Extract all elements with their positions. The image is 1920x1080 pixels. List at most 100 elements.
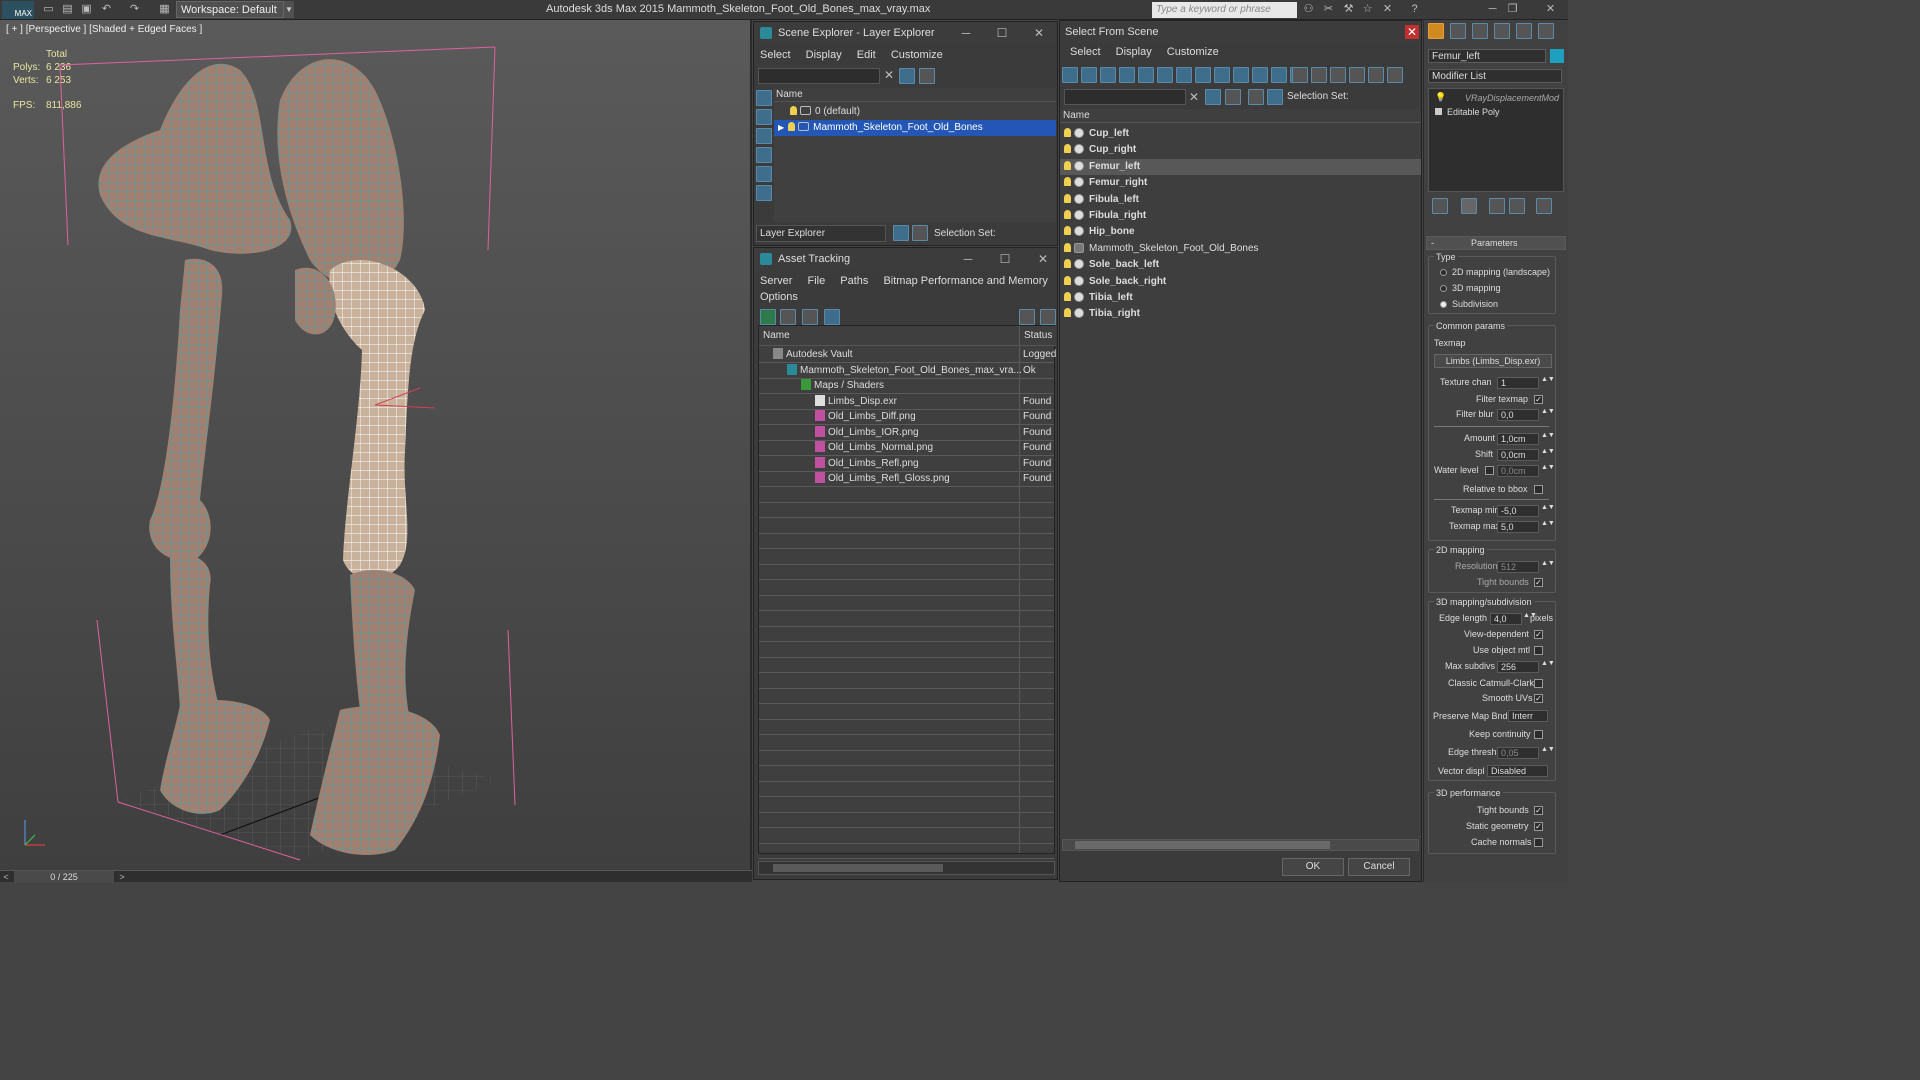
filter-texmap-checkbox[interactable]: ✓	[1534, 395, 1543, 404]
menu-customize[interactable]: Customize	[885, 46, 949, 64]
save-file-icon[interactable]: ▣	[80, 3, 93, 16]
spinner-icon[interactable]: ▲▼	[1541, 408, 1555, 415]
menu-display[interactable]: Display	[1110, 43, 1158, 61]
configure-sets-icon[interactable]	[1536, 198, 1552, 214]
settings-icon[interactable]	[1040, 309, 1056, 325]
light-bulb-icon[interactable]	[1064, 259, 1071, 269]
maximize-icon[interactable]: ☐	[998, 252, 1012, 266]
collapse-icon[interactable]: -	[1431, 238, 1434, 248]
hierarchy-view-icon[interactable]	[1368, 67, 1384, 83]
workspace-dropdown[interactable]: Workspace: Default	[176, 1, 284, 18]
sfs-search-input[interactable]	[1064, 89, 1186, 105]
filter-blur-input[interactable]: 0,0	[1497, 409, 1539, 421]
object-name-field[interactable]: Femur_left	[1428, 49, 1546, 63]
max-subdivs-input[interactable]: 256	[1497, 661, 1539, 673]
asset-row[interactable]: Old_Limbs_IOR.png Found	[759, 425, 1054, 440]
menu-select[interactable]: Select	[754, 46, 797, 64]
scene-explorer-titlebar[interactable]: Scene Explorer - Layer Explorer	[754, 22, 1057, 44]
star-icon[interactable]: ☆	[1361, 3, 1374, 16]
ok-button[interactable]: OK	[1282, 858, 1344, 876]
remove-modifier-icon[interactable]	[1509, 198, 1525, 214]
utilities-tab-icon[interactable]	[1538, 23, 1554, 39]
app-logo[interactable]: MAX	[2, 1, 34, 19]
grid-view-icon[interactable]	[824, 309, 840, 325]
light-bulb-icon[interactable]	[1064, 308, 1071, 318]
expand-icon[interactable]	[1435, 108, 1442, 115]
view-dependent-checkbox[interactable]: ✓	[1534, 630, 1543, 639]
display-tab-icon[interactable]	[1516, 23, 1532, 39]
undo-icon[interactable]: ↶	[100, 3, 113, 16]
spinner-icon[interactable]: ▲▼	[1541, 660, 1555, 667]
amount-input[interactable]: 1,0cm	[1497, 433, 1539, 445]
object-row[interactable]: Femur_left	[1060, 158, 1421, 175]
time-slider[interactable]: 0 / 225	[14, 871, 114, 883]
display-helpers-icon[interactable]	[756, 166, 772, 182]
minimize-icon[interactable]: ─	[1486, 3, 1499, 16]
tight-bounds2-checkbox[interactable]: ✓	[1534, 806, 1543, 815]
preserve-map-bnd-dropdown[interactable]: Interr	[1508, 710, 1548, 722]
object-row[interactable]: Tibia_right	[1060, 306, 1421, 322]
object-row[interactable]: Mammoth_Skeleton_Foot_Old_Bones	[1060, 241, 1421, 257]
clear-search-icon[interactable]: ✕	[1187, 90, 1201, 104]
scrollbar-thumb[interactable]	[773, 864, 943, 872]
help-icon[interactable]: ?	[1408, 3, 1421, 16]
horizontal-scrollbar[interactable]	[1062, 839, 1419, 851]
shift-input[interactable]: 0,0cm	[1497, 449, 1539, 461]
hierarchy-tab-icon[interactable]	[1472, 23, 1488, 39]
filter-icon[interactable]	[899, 68, 915, 84]
spinner-icon[interactable]: ▲▼	[1541, 504, 1555, 511]
display-shapes-icon[interactable]	[1081, 67, 1097, 83]
subscription-icon[interactable]: ⚒	[1342, 3, 1355, 16]
object-row[interactable]: Sole_back_left	[1060, 257, 1421, 273]
asset-row[interactable]: Old_Limbs_Refl_Gloss.png Found	[759, 471, 1054, 486]
close-icon[interactable]: ✕	[1405, 25, 1419, 39]
object-row[interactable]: Tibia_left	[1060, 290, 1421, 306]
display-frozen-icon[interactable]	[1252, 67, 1268, 83]
edge-thresh-input[interactable]: 0,05	[1497, 747, 1539, 759]
classic-catmull-clark-checkbox[interactable]	[1534, 679, 1543, 688]
spinner-icon[interactable]: ▲▼	[1541, 560, 1555, 567]
clear-search-icon[interactable]: ✕	[882, 68, 896, 82]
tools-icon[interactable]: ✂	[1322, 3, 1335, 16]
display-containers-icon[interactable]	[1233, 67, 1249, 83]
display-groups-icon[interactable]	[1176, 67, 1192, 83]
next-frame-button[interactable]: >	[116, 871, 128, 883]
asset-column-name[interactable]: Name	[759, 326, 1019, 346]
light-bulb-icon[interactable]	[1064, 242, 1071, 252]
filter-icon[interactable]	[1205, 89, 1221, 105]
hierarchy-icon[interactable]	[912, 225, 928, 241]
layer-view-icon[interactable]	[1248, 89, 1264, 105]
radio-subdivision[interactable]	[1440, 301, 1447, 308]
asset-row[interactable]: Maps / Shaders	[759, 378, 1054, 393]
modifier-list-dropdown[interactable]: Modifier List	[1428, 69, 1562, 83]
expand-arrow-icon[interactable]: ▶	[778, 123, 784, 132]
object-row[interactable]: Cup_left	[1060, 126, 1421, 142]
display-spacewarps-icon[interactable]	[1157, 67, 1173, 83]
scene-search-input[interactable]	[758, 68, 880, 84]
object-row[interactable]: Hip_bone	[1060, 224, 1421, 240]
menu-options[interactable]: Options	[754, 288, 804, 306]
display-cameras-icon[interactable]	[756, 147, 772, 163]
resolution-input[interactable]: 512	[1497, 561, 1539, 573]
minimize-icon[interactable]: ─	[959, 26, 973, 40]
light-bulb-icon[interactable]	[1064, 160, 1071, 170]
light-bulb-icon[interactable]	[788, 122, 796, 131]
light-bulb-icon[interactable]	[790, 106, 797, 115]
restore-icon[interactable]: ❐	[1506, 3, 1519, 16]
object-row[interactable]: Cup_right	[1060, 142, 1421, 158]
modify-tab-icon[interactable]	[1450, 23, 1466, 39]
display-hidden-icon[interactable]	[1271, 67, 1287, 83]
asset-row[interactable]: Old_Limbs_Normal.png Found	[759, 440, 1054, 455]
cache-normals-checkbox[interactable]	[1534, 838, 1543, 847]
object-row[interactable]: Fibula_right	[1060, 208, 1421, 224]
perspective-viewport[interactable]: [ + ] [Perspective ] [Shaded + Edged Fac…	[0, 20, 752, 870]
menu-select[interactable]: Select	[1060, 43, 1107, 61]
layer-filter-icon[interactable]	[919, 68, 935, 84]
motion-tab-icon[interactable]	[1494, 23, 1510, 39]
binoculars-icon[interactable]: ⚇	[1302, 3, 1315, 16]
menu-display[interactable]: Display	[800, 46, 848, 64]
light-bulb-icon[interactable]	[1064, 292, 1071, 301]
texture-chan-input[interactable]: 1	[1497, 377, 1539, 389]
display-lights-icon[interactable]	[1100, 67, 1116, 83]
modifier-editable-poly[interactable]: Editable Poly	[1447, 107, 1500, 117]
